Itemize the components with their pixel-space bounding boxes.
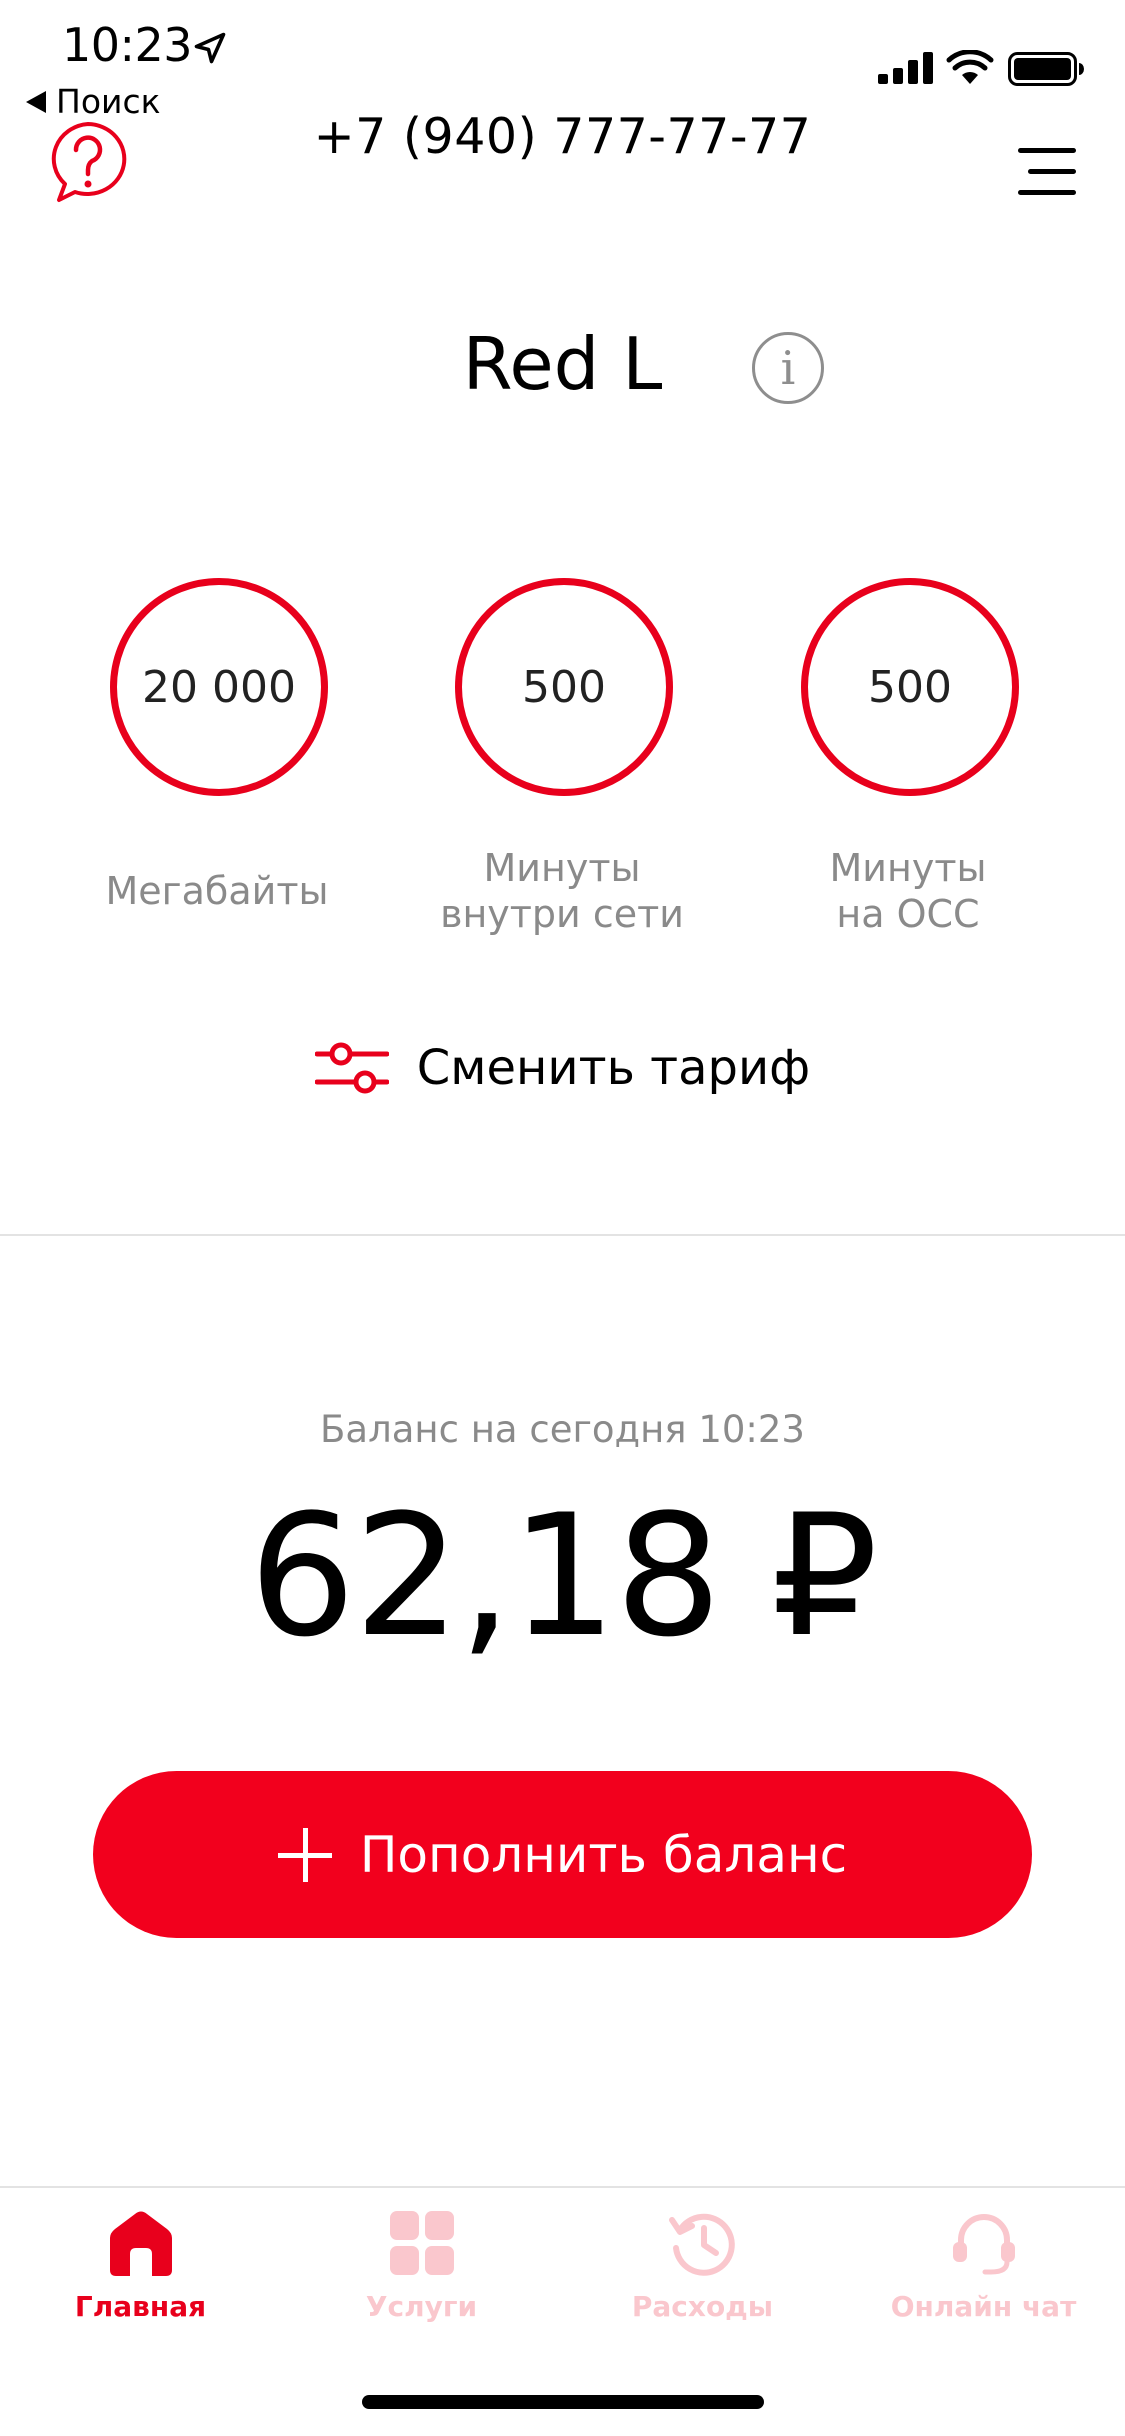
tab-home[interactable]: Главная — [0, 2208, 281, 2323]
top-up-balance-label: Пополнить баланс — [359, 1825, 848, 1884]
megabytes-value: 20 000 — [142, 661, 296, 713]
balance-value: 62,18 ₽ — [248, 1478, 878, 1674]
wifi-icon — [946, 50, 994, 84]
tab-home-label: Главная — [74, 2290, 207, 2323]
battery-icon — [1008, 52, 1084, 86]
megabytes-caption: Мегабайты — [105, 869, 329, 913]
megabytes-counter[interactable]: 20 000 — [110, 578, 328, 796]
tab-online-chat-label: Онлайн чат — [890, 2290, 1077, 2323]
status-time: 10:23 — [62, 18, 193, 72]
cellular-signal-icon — [878, 52, 933, 84]
sliders-icon — [314, 1042, 389, 1094]
minutes-other-networks-value: 500 — [868, 661, 952, 713]
tab-services-label: Услуги — [365, 2290, 478, 2323]
tab-bar-divider — [0, 2186, 1125, 2188]
balance-label: Баланс на сегодня 10:23 — [320, 1408, 805, 1451]
headset-icon — [952, 2214, 1015, 2275]
minutes-in-network-value: 500 — [522, 661, 606, 713]
hamburger-menu-icon[interactable] — [1018, 148, 1076, 198]
tab-expenses-label: Расходы — [631, 2290, 774, 2323]
change-tariff-button[interactable]: Сменить тариф — [0, 1040, 1125, 1096]
tab-online-chat[interactable]: Онлайн чат — [843, 2208, 1124, 2323]
minutes-other-networks-counter[interactable]: 500 — [801, 578, 1019, 796]
minutes-in-network-counter[interactable]: 500 — [455, 578, 673, 796]
change-tariff-label: Сменить тариф — [416, 1040, 811, 1096]
plus-icon — [277, 1827, 332, 1882]
history-icon — [668, 2213, 735, 2276]
tariff-name: Red L — [462, 322, 663, 406]
home-icon — [109, 2211, 172, 2276]
top-up-balance-button[interactable]: Пополнить баланс — [93, 1771, 1032, 1938]
phone-number-title: +7 (940) 777-77-77 — [313, 108, 812, 165]
tab-expenses[interactable]: Расходы — [562, 2208, 843, 2323]
section-divider — [0, 1234, 1125, 1236]
minutes-in-network-caption: Минуты внутри сети — [440, 846, 684, 936]
minutes-other-networks-caption: Минуты на ОСС — [829, 846, 987, 936]
location-arrow-icon — [194, 32, 226, 64]
home-indicator[interactable] — [362, 2395, 764, 2409]
tab-services[interactable]: Услуги — [281, 2208, 562, 2323]
grid-icon — [389, 2211, 454, 2275]
info-icon[interactable]: i — [752, 332, 824, 404]
